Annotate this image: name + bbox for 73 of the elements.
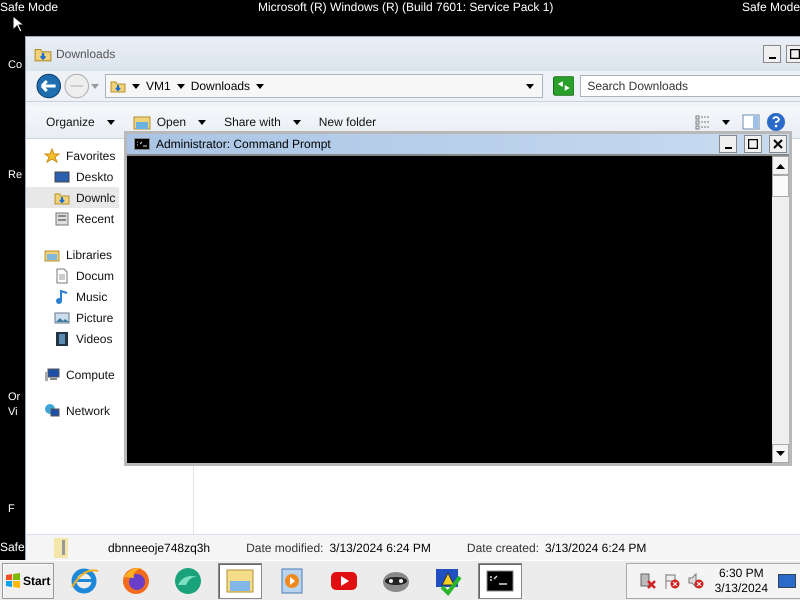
nav-item[interactable]: Libraries xyxy=(36,244,116,265)
nav-item[interactable]: Music xyxy=(26,286,112,307)
nav-item[interactable]: Compute xyxy=(36,364,119,385)
toolbar-button[interactable]: New folder xyxy=(312,113,382,131)
maximize-icon xyxy=(790,49,800,59)
close-icon xyxy=(773,139,783,149)
start-button[interactable]: Start xyxy=(2,562,54,598)
toolbar-button[interactable]: Organize xyxy=(40,113,121,131)
console-icon xyxy=(134,138,150,150)
minimize-button[interactable] xyxy=(763,45,781,63)
address-bar[interactable]: VM1 Downloads xyxy=(105,74,543,98)
breadcrumb[interactable]: VM1 xyxy=(146,79,171,93)
desktop-label: Safe Mode xyxy=(0,0,58,15)
network-icon xyxy=(44,402,60,418)
desktop-icon xyxy=(54,168,70,184)
nav-item[interactable]: Docum xyxy=(26,265,118,286)
nav-item[interactable]: Favorites xyxy=(36,145,120,166)
nav-item[interactable]: Network xyxy=(36,400,114,421)
window-title: Administrator: Command Prompt xyxy=(156,137,331,151)
help-icon[interactable] xyxy=(766,112,786,132)
date-modified-value: 3/13/2024 6:24 PM xyxy=(329,541,431,555)
desktop-icon-label[interactable]: Co xyxy=(8,58,22,73)
document-icon xyxy=(54,268,70,284)
clock-date[interactable]: 3/13/2024 xyxy=(714,580,768,596)
folder-icon xyxy=(132,114,151,130)
computer-icon xyxy=(44,366,60,382)
date-created-label: Date created: xyxy=(466,541,539,555)
desktop-icon-label[interactable]: Vi xyxy=(8,405,18,420)
preview-pane-icon[interactable] xyxy=(742,113,760,131)
file-name: dbnneeoje748zq3h xyxy=(108,541,210,555)
maximize-button[interactable] xyxy=(744,135,762,153)
nav-item[interactable]: Recent xyxy=(26,208,118,229)
desktop-icon-label[interactable]: Re xyxy=(8,168,22,183)
minimize-icon xyxy=(724,146,732,148)
network-error-icon[interactable] xyxy=(638,572,657,590)
back-button[interactable] xyxy=(36,73,62,99)
close-button[interactable] xyxy=(769,135,787,153)
desktop-label: Safe Mode xyxy=(742,0,800,15)
window-title: Downloads xyxy=(56,47,116,61)
desktop-icon-label[interactable]: F xyxy=(8,502,15,517)
speaker-muted-icon[interactable] xyxy=(686,572,705,590)
scrollbar[interactable] xyxy=(772,156,789,463)
scroll-down-icon[interactable] xyxy=(776,450,785,456)
mouse-pointer-icon xyxy=(12,15,24,33)
film-icon xyxy=(54,330,70,346)
music-note-icon xyxy=(54,288,70,304)
view-options-icon[interactable] xyxy=(694,114,712,130)
taskbar-app-button[interactable] xyxy=(478,562,522,598)
flag-error-icon[interactable] xyxy=(662,572,681,590)
image-icon xyxy=(54,310,70,326)
scroll-thumb[interactable] xyxy=(772,175,789,197)
refresh-button[interactable] xyxy=(552,76,574,96)
breadcrumb[interactable]: Downloads xyxy=(190,79,250,93)
nav-item[interactable]: Videos xyxy=(26,328,116,349)
windows-logo-icon xyxy=(5,572,21,588)
nav-item[interactable]: Deskto xyxy=(26,166,118,187)
date-created-value: 3/13/2024 6:24 PM xyxy=(544,541,646,555)
desktop-icon-label[interactable]: Or xyxy=(8,390,20,405)
show-desktop-icon[interactable] xyxy=(778,574,796,588)
star-icon xyxy=(44,148,60,164)
nav-item[interactable]: Picture xyxy=(26,307,118,328)
desktop-label: Safe xyxy=(0,540,25,555)
recent-items-icon xyxy=(54,210,70,226)
maximize-icon xyxy=(748,139,758,149)
desktop-label: Microsoft (R) Windows (R) (Build 7601: Service Pack 1) xyxy=(258,0,554,15)
nav-item[interactable]: Downlc xyxy=(26,187,120,208)
clock-time[interactable]: 6:30 PM xyxy=(718,566,764,580)
maximize-button[interactable] xyxy=(786,45,800,63)
minimize-icon xyxy=(768,56,776,58)
minimize-button[interactable] xyxy=(719,135,737,153)
date-modified-label: Date modified: xyxy=(246,541,324,555)
search-field[interactable]: Search Downloads xyxy=(580,75,800,97)
scroll-up-icon[interactable] xyxy=(776,162,785,168)
